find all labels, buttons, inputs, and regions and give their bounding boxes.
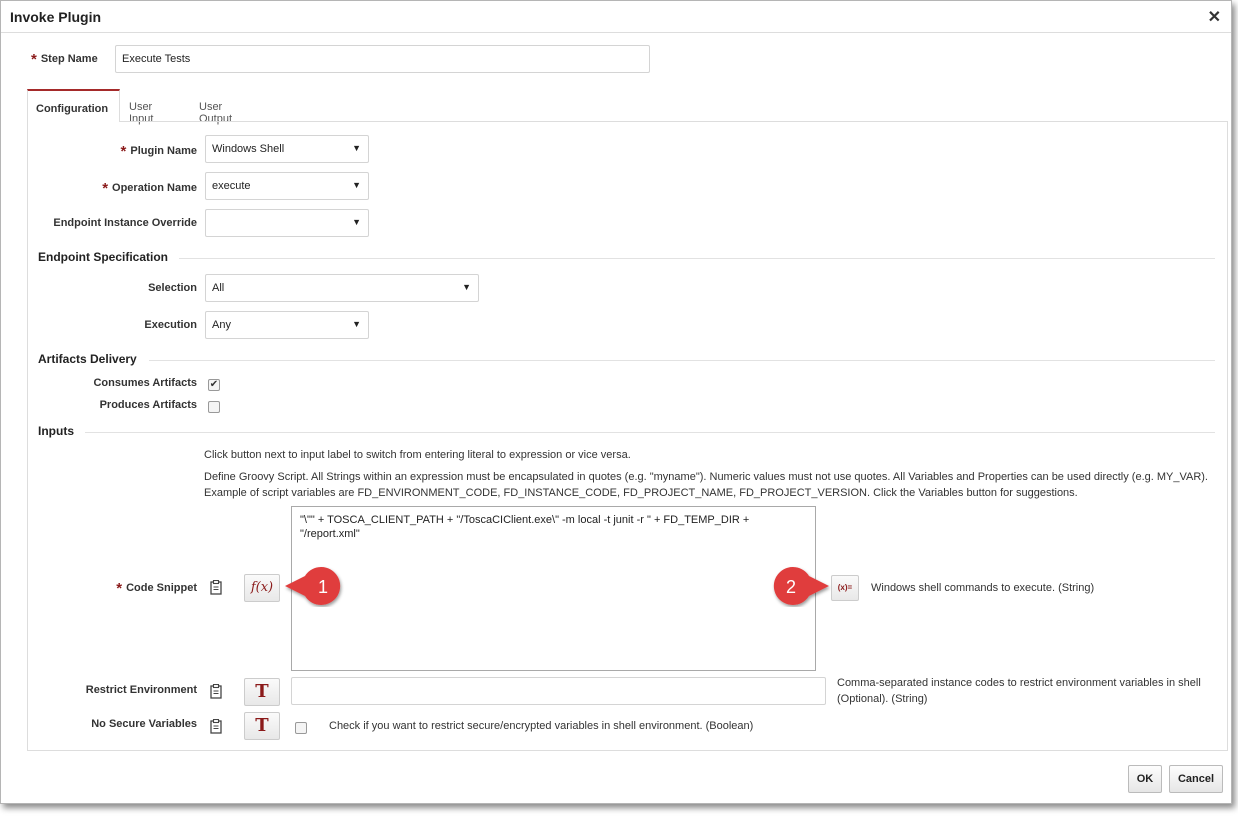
no-secure-variables-label: No Secure Variables (91, 718, 197, 730)
step-name-input[interactable]: Execute Tests (115, 45, 650, 73)
operation-name-value: execute (212, 180, 251, 192)
consumes-artifacts-label: Consumes Artifacts (93, 377, 197, 389)
no-secure-variables-checkbox[interactable] (295, 722, 307, 734)
code-snippet-label: * Code Snippet (91, 578, 197, 597)
endpoint-spec-heading: Endpoint Specification (38, 250, 169, 264)
clipboard-icon[interactable] (210, 719, 222, 734)
literal-toggle-button[interactable]: T (244, 678, 280, 706)
selection-value: All (212, 282, 225, 294)
step-name-label-text: Step Name (40, 53, 98, 65)
endpoint-override-select[interactable]: ▼ (205, 209, 369, 237)
callout-marker-1: 1 (285, 567, 341, 605)
consumes-artifacts-checkbox[interactable]: ✔ (208, 379, 220, 391)
plugin-name-label-text: Plugin Name (130, 145, 197, 157)
cancel-button[interactable]: Cancel (1169, 765, 1223, 793)
required-marker-icon: * (120, 143, 127, 160)
execution-select[interactable]: Any ▼ (205, 311, 369, 339)
clipboard-icon[interactable] (210, 684, 222, 699)
restrict-environment-label: Restrict Environment (85, 684, 197, 696)
variables-button[interactable]: (x)= (831, 575, 859, 601)
divider (149, 360, 1215, 361)
dropdown-arrow-icon: ▼ (352, 180, 361, 190)
divider (85, 432, 1215, 433)
produces-artifacts-label: Produces Artifacts (99, 399, 197, 411)
literal-toggle-button[interactable]: T (244, 712, 280, 740)
selection-label: Selection (148, 282, 197, 294)
callout-1-number: 1 (318, 577, 328, 597)
plugin-name-label: * Plugin Name (41, 141, 197, 160)
tab-user-output[interactable]: User Output (191, 89, 240, 125)
plugin-name-select[interactable]: Windows Shell ▼ (205, 135, 369, 163)
invoke-plugin-dialog: Invoke Plugin ✕ * Step Name Execute Tests… (0, 0, 1232, 804)
dropdown-arrow-icon: ▼ (352, 319, 361, 329)
dropdown-arrow-icon: ▼ (352, 217, 361, 227)
required-marker-icon: * (31, 51, 37, 68)
expression-toggle-button[interactable]: f(x) (244, 574, 280, 602)
execution-label: Execution (144, 319, 197, 331)
execution-value: Any (212, 319, 231, 331)
step-name-label: * Step Name (31, 49, 98, 68)
restrict-environment-input[interactable] (291, 677, 826, 705)
inputs-hint-variables: Example of script variables are FD_ENVIR… (204, 487, 1078, 499)
tab-user-input[interactable]: User Input (121, 89, 161, 125)
divider (179, 258, 1215, 259)
dialog-titlebar: Invoke Plugin ✕ (1, 1, 1231, 33)
clipboard-icon[interactable] (210, 580, 222, 595)
operation-name-label-text: Operation Name (112, 182, 197, 194)
dropdown-arrow-icon: ▼ (352, 143, 361, 153)
restrict-environment-description: Comma-separated instance codes to restri… (837, 677, 1201, 705)
selection-select[interactable]: All ▼ (205, 274, 479, 302)
tab-configuration[interactable]: Configuration (27, 89, 120, 122)
required-marker-icon: * (102, 180, 109, 197)
code-snippet-textarea[interactable]: "\"" + TOSCA_CLIENT_PATH + "/ToscaCIClie… (291, 506, 816, 671)
no-secure-variables-description: Check if you want to restrict secure/enc… (329, 720, 754, 732)
operation-name-select[interactable]: execute ▼ (205, 172, 369, 200)
dialog-title: Invoke Plugin (10, 9, 102, 25)
operation-name-label: * Operation Name (41, 178, 197, 197)
close-icon[interactable]: ✕ (1208, 7, 1221, 27)
dropdown-arrow-icon: ▼ (462, 282, 471, 292)
inputs-heading: Inputs (38, 424, 74, 438)
callout-2-number: 2 (786, 577, 796, 597)
required-marker-icon: * (116, 580, 123, 597)
artifacts-heading: Artifacts Delivery (38, 352, 137, 366)
code-snippet-label-text: Code Snippet (126, 582, 197, 594)
endpoint-override-label: Endpoint Instance Override (53, 217, 197, 229)
plugin-name-value: Windows Shell (212, 143, 285, 155)
inputs-hint-groovy: Define Groovy Script. All Strings within… (204, 471, 1208, 483)
code-snippet-description: Windows shell commands to execute. (Stri… (871, 582, 1095, 594)
inputs-hint-toggle: Click button next to input label to swit… (204, 449, 631, 461)
produces-artifacts-checkbox[interactable] (208, 401, 220, 413)
ok-button[interactable]: OK (1128, 765, 1162, 793)
callout-marker-2: 2 (773, 567, 829, 605)
